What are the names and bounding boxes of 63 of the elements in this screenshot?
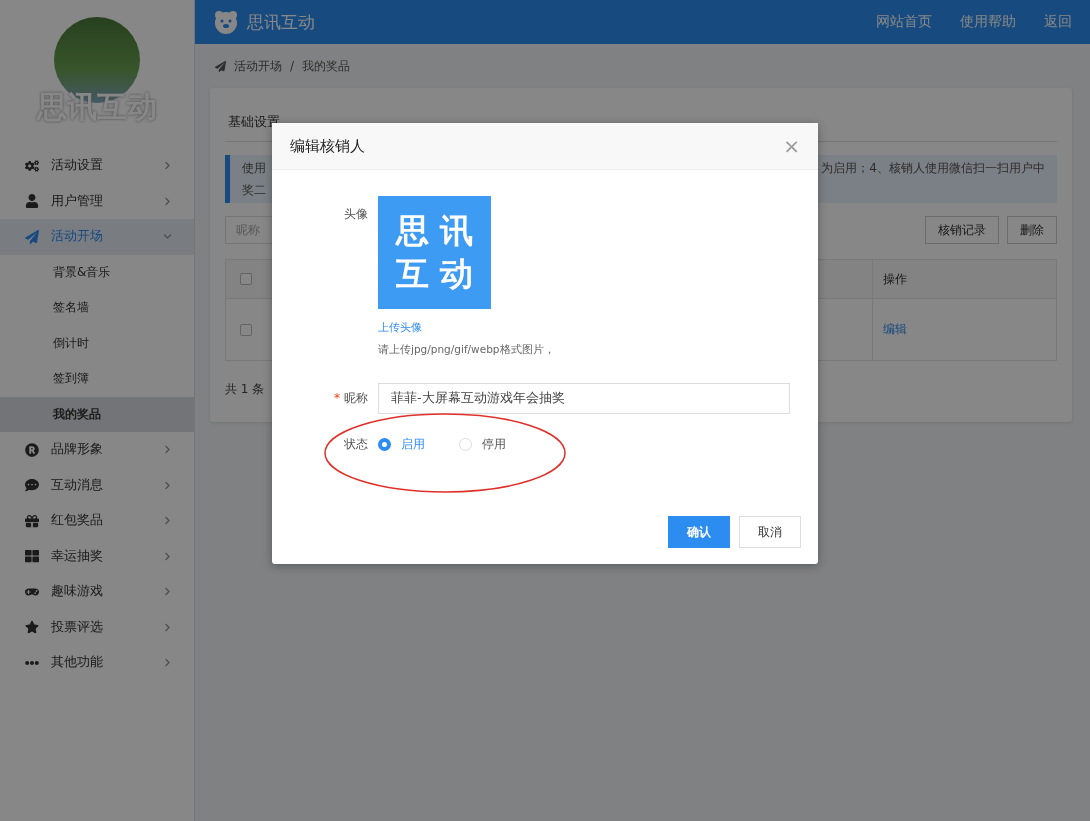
- menu-item[interactable]: 红包奖品: [0, 503, 194, 539]
- chevron-right-icon: [163, 480, 172, 490]
- toolbar-button[interactable]: 删除: [1007, 216, 1057, 244]
- notice-text: 使用: [242, 160, 266, 177]
- avatar-image: 思 讯 互 动: [378, 196, 491, 309]
- checkbox[interactable]: [240, 323, 252, 336]
- cancel-button[interactable]: 取消: [739, 516, 801, 548]
- submenu-item[interactable]: 背景&音乐: [0, 254, 194, 290]
- star-icon: [25, 620, 39, 635]
- field-label: * 昵称: [333, 390, 369, 407]
- chevron-right-icon: [163, 516, 172, 526]
- chevron-right-icon: [163, 587, 172, 597]
- nav-link[interactable]: 返回: [1044, 13, 1072, 31]
- notice-text: 奖二: [242, 182, 266, 199]
- menu-item[interactable]: 用户管理: [0, 183, 194, 219]
- grid-icon: [25, 549, 39, 564]
- breadcrumb-item: 我的奖品: [302, 57, 351, 75]
- bear-logo-icon: [213, 9, 239, 35]
- nav-link[interactable]: 使用帮助: [960, 13, 1016, 31]
- chevron-right-icon: [163, 161, 172, 171]
- menu-item[interactable]: 其他功能: [0, 645, 194, 681]
- chevron-right-icon: [163, 196, 172, 206]
- submenu-item[interactable]: 我的奖品: [0, 396, 194, 432]
- upload-hint: 请上传jpg/png/gif/webp格式图片，: [378, 343, 555, 357]
- chat-icon: [25, 478, 39, 493]
- nickname-field[interactable]: 菲菲-大屏幕互动游戏年会抽奖: [378, 383, 790, 414]
- submenu-item[interactable]: 倒计时: [0, 325, 194, 361]
- radio-option[interactable]: 停用: [459, 436, 506, 453]
- edit-link[interactable]: 编辑: [872, 299, 1056, 360]
- checkbox[interactable]: [240, 273, 252, 285]
- gears-icon: [25, 158, 39, 173]
- breadcrumb-item: 活动开场: [234, 57, 282, 75]
- breadcrumb-item: /: [290, 59, 295, 73]
- paper-plane-icon: [25, 229, 39, 244]
- submenu-item[interactable]: 签到簿: [0, 361, 194, 397]
- menu-item[interactable]: 品牌形象: [0, 432, 194, 468]
- menu-item[interactable]: 互动消息: [0, 467, 194, 503]
- menu-item[interactable]: 活动设置: [0, 148, 194, 184]
- radio-option[interactable]: 启用: [378, 436, 425, 453]
- nav-link[interactable]: 网站首页: [876, 13, 932, 31]
- submenu-item[interactable]: 签名墙: [0, 290, 194, 326]
- chevron-right-icon: [163, 445, 172, 455]
- menu-item[interactable]: 幸运抽奖: [0, 538, 194, 574]
- notice-text: 为启用；4、核销人使用微信扫一扫用户中: [821, 160, 1045, 177]
- chevron-right-icon: [163, 658, 172, 668]
- field-label: 状态: [343, 436, 369, 453]
- chevron-right-icon: [163, 551, 172, 561]
- total-count: 共 1 条: [225, 381, 265, 398]
- menu-item[interactable]: 投票评选: [0, 609, 194, 645]
- gift-icon: [25, 513, 39, 528]
- registered-icon: [25, 442, 39, 457]
- dialog-title: 编辑核销人: [290, 136, 365, 156]
- field-label: 头像: [343, 206, 369, 223]
- radio-button[interactable]: [378, 438, 391, 451]
- logo-text: 思讯互动: [247, 10, 316, 34]
- paper-plane-icon: [215, 60, 226, 72]
- chevron-right-icon: [163, 622, 172, 632]
- toolbar-button[interactable]: 核销记录: [925, 216, 999, 244]
- chevron-down-icon: [163, 232, 172, 242]
- upload-link[interactable]: 上传头像: [378, 320, 555, 335]
- confirm-button[interactable]: 确认: [668, 516, 730, 548]
- close-button[interactable]: ×: [783, 134, 800, 158]
- user-icon: [25, 194, 39, 209]
